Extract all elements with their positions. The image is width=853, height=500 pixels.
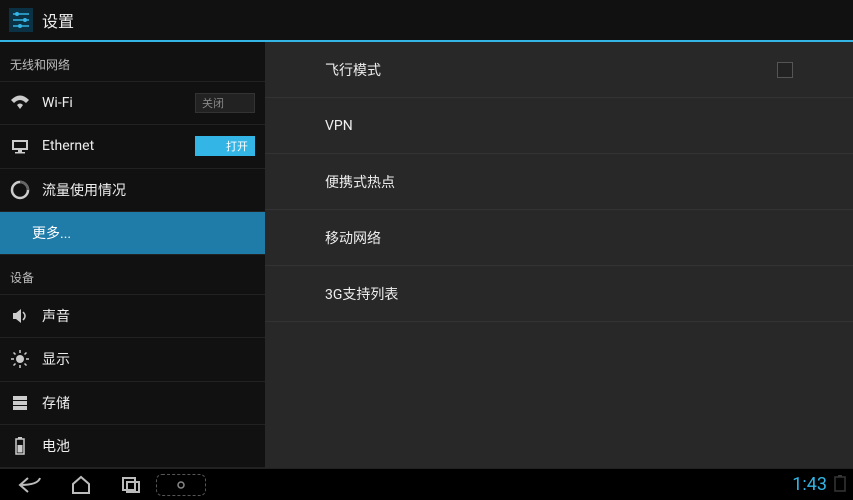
row-3g-support[interactable]: 3G支持列表 bbox=[265, 266, 853, 322]
system-navbar: 1:43 bbox=[0, 468, 853, 500]
screenshot-button[interactable] bbox=[156, 471, 206, 499]
sidebar-item-label: 流量使用情况 bbox=[42, 180, 255, 200]
sidebar-item-battery[interactable]: 电池 bbox=[0, 425, 265, 468]
wifi-toggle[interactable]: 关闭 bbox=[195, 93, 255, 113]
display-icon bbox=[10, 349, 30, 369]
row-hotspot[interactable]: 便携式热点 bbox=[265, 154, 853, 210]
sound-icon bbox=[10, 306, 30, 326]
header-bar: 设置 bbox=[0, 0, 853, 42]
battery-icon bbox=[10, 436, 30, 456]
status-clock: 1:43 bbox=[792, 474, 827, 495]
wifi-icon bbox=[10, 93, 30, 113]
sidebar-item-display[interactable]: 显示 bbox=[0, 338, 265, 381]
sidebar-item-wifi[interactable]: Wi-Fi 关闭 bbox=[0, 82, 265, 125]
battery-status-icon bbox=[833, 474, 847, 496]
row-mobile-networks[interactable]: 移动网络 bbox=[265, 210, 853, 266]
settings-sidebar: 无线和网络 Wi-Fi 关闭 Ethernet 打开 流量使用情况 更多... … bbox=[0, 42, 265, 468]
row-airplane-mode[interactable]: 飞行模式 bbox=[265, 42, 853, 98]
sidebar-item-label: Wi-Fi bbox=[42, 95, 195, 111]
sidebar-item-more[interactable]: 更多... bbox=[0, 212, 265, 255]
settings-app-icon bbox=[8, 7, 34, 33]
row-label: 飞行模式 bbox=[325, 60, 777, 80]
ethernet-icon bbox=[10, 136, 30, 156]
sidebar-item-data-usage[interactable]: 流量使用情况 bbox=[0, 169, 265, 212]
storage-icon bbox=[10, 393, 30, 413]
recent-apps-button[interactable] bbox=[106, 471, 156, 499]
sidebar-item-ethernet[interactable]: Ethernet 打开 bbox=[0, 125, 265, 168]
row-vpn[interactable]: VPN bbox=[265, 98, 853, 154]
sidebar-item-label: 显示 bbox=[42, 349, 255, 369]
row-label: VPN bbox=[325, 118, 793, 134]
sidebar-item-sound[interactable]: 声音 bbox=[0, 295, 265, 338]
airplane-checkbox[interactable] bbox=[777, 62, 793, 78]
sidebar-item-label: 存储 bbox=[42, 393, 255, 413]
sidebar-item-label: Ethernet bbox=[42, 138, 195, 154]
category-wireless: 无线和网络 bbox=[0, 42, 265, 82]
row-label: 3G支持列表 bbox=[325, 284, 793, 304]
sidebar-item-label: 电池 bbox=[42, 436, 255, 456]
sidebar-item-label: 声音 bbox=[42, 306, 255, 326]
back-button[interactable] bbox=[6, 471, 56, 499]
sidebar-item-storage[interactable]: 存储 bbox=[0, 382, 265, 425]
data-usage-icon bbox=[10, 180, 30, 200]
main-split: 无线和网络 Wi-Fi 关闭 Ethernet 打开 流量使用情况 更多... … bbox=[0, 42, 853, 468]
sidebar-item-label: 更多... bbox=[10, 223, 255, 243]
row-label: 移动网络 bbox=[325, 228, 793, 248]
page-title: 设置 bbox=[42, 8, 74, 32]
row-label: 便携式热点 bbox=[325, 172, 793, 192]
ethernet-toggle[interactable]: 打开 bbox=[195, 136, 255, 156]
home-button[interactable] bbox=[56, 471, 106, 499]
content-pane: 飞行模式 VPN 便携式热点 移动网络 3G支持列表 bbox=[265, 42, 853, 468]
category-device: 设备 bbox=[0, 255, 265, 295]
